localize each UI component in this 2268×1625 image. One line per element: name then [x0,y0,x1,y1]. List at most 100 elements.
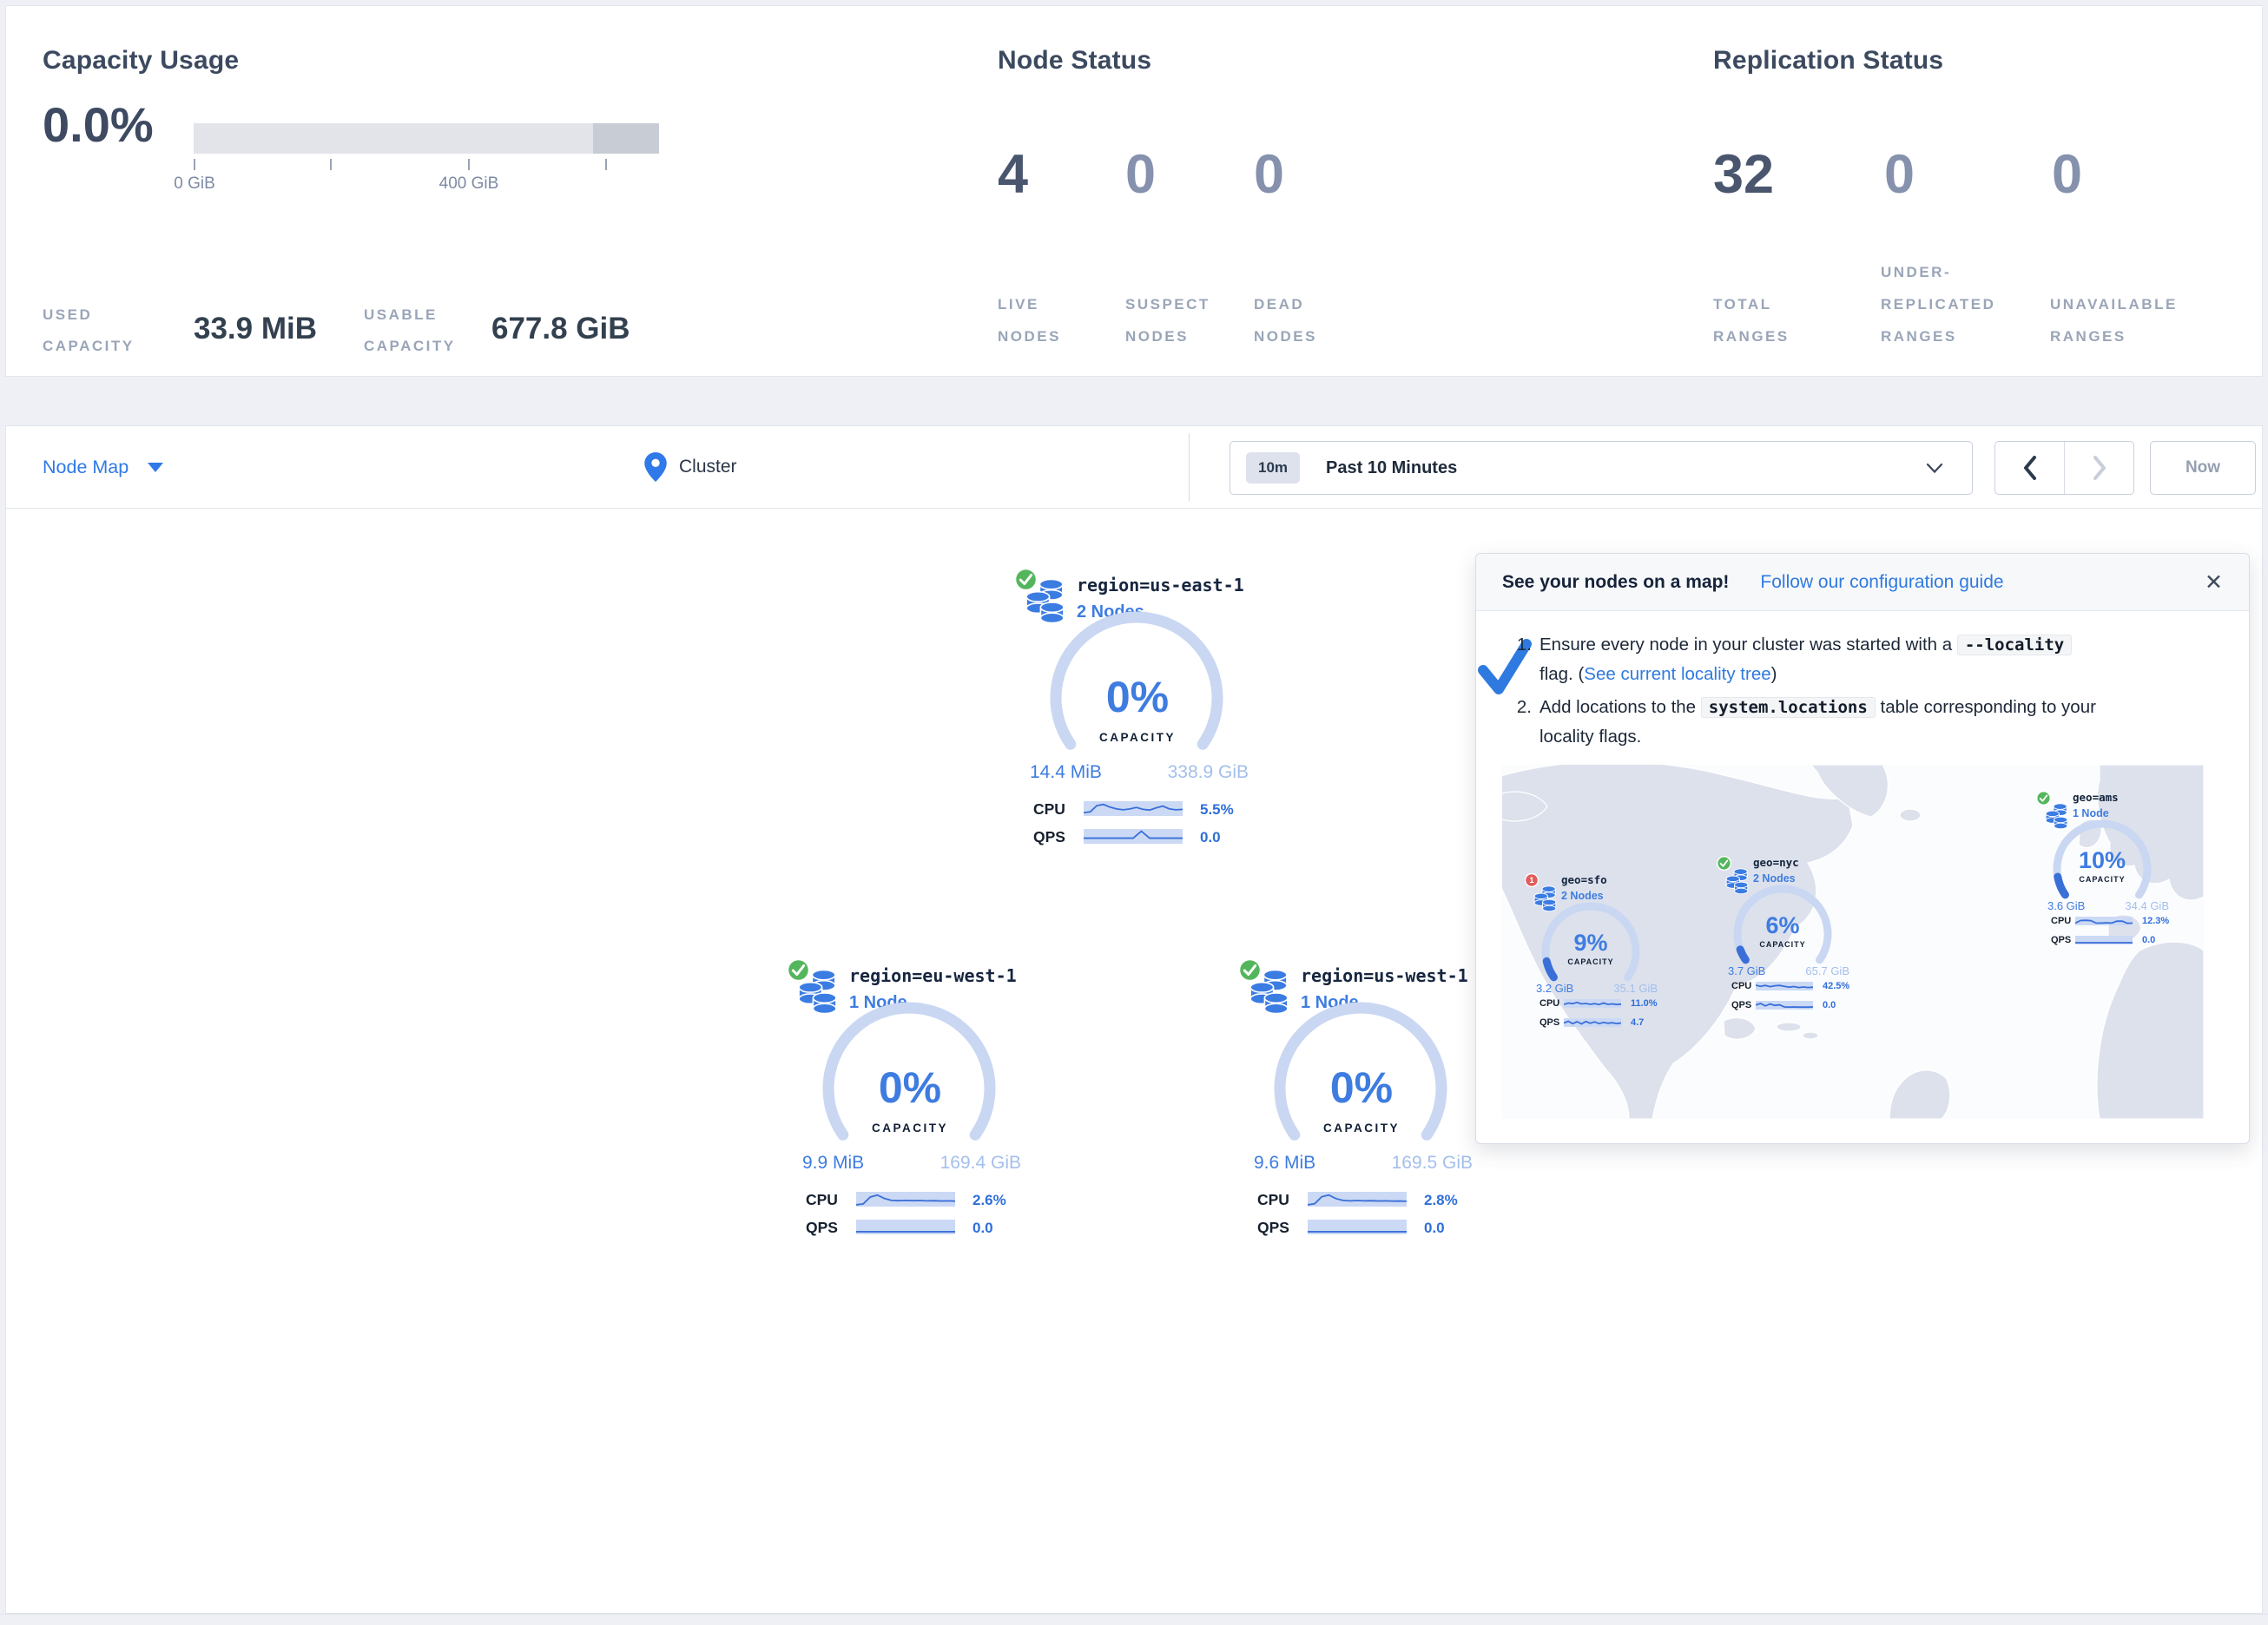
step-number: 2. [1511,693,1532,752]
capacity-label: CAPACITY [792,1122,1028,1135]
dead-nodes-label: DEAD NODES [1254,288,1358,352]
cpu-sparkline [856,1192,955,1207]
region-group-eu-west-1[interactable]: region=eu-west-1 1 Node 0% CAPACITY 9.9 … [792,955,1028,1250]
step-number: 1. [1511,630,1532,689]
node-status-title: Node Status [998,46,1151,76]
cpu-label: CPU [1257,1191,1289,1209]
capacity-percent: 10% [2059,847,2146,874]
callout-title: See your nodes on a map! [1502,572,1729,593]
cpu-label: CPU [1539,998,1559,1009]
capacity-percent: 0% [1243,1062,1480,1113]
locality-group-nyc: geo=nyc 2 Nodes 6% CAPACITY 3.7 GiB 65.7… [1713,851,1865,1037]
close-icon[interactable]: ✕ [2205,569,2223,595]
capacity-used: 3.2 GiB [1536,982,1573,995]
qps-value: 0.0 [972,1220,993,1237]
locality-node-count: 1 Node [2073,807,2109,819]
nodemap-config-callout: See your nodes on a map! Follow our conf… [1475,553,2250,1144]
capacity-used: 3.7 GiB [1728,964,1765,977]
example-node-map: geo=sfo 2 Nodes 9% CAPACITY 3.2 GiB 35.1… [1502,765,2204,1119]
cpu-value: 12.3% [2142,916,2169,926]
breadcrumb[interactable]: Cluster [644,426,737,508]
capacity-total: 65.7 GiB [1805,964,1849,977]
capacity-usage-title: Capacity Usage [43,46,239,76]
node-map-page: Capacity Usage 0.0% 0 GiB 400 GiB USED C… [0,0,2268,1625]
capacity-usage-percent: 0.0% [43,96,154,153]
qps-sparkline [856,1220,955,1234]
cpu-value: 42.5% [1823,981,1849,991]
under-replicated-ranges-value: 0 [1884,143,1915,206]
view-selector-label: Node Map [43,457,129,478]
live-nodes-label: LIVE NODES [998,288,1102,352]
footer-strip [0,1614,2268,1625]
qps-label: QPS [1731,1000,1751,1010]
view-selector-dropdown[interactable]: Node Map [43,426,163,508]
cpu-sparkline [1308,1192,1407,1207]
prev-arrow-icon [2023,456,2037,480]
cpu-label: CPU [806,1191,838,1209]
locality-tree-link[interactable]: See current locality tree [1584,664,1770,684]
used-capacity-value: 33.9 MiB [194,312,317,346]
step-text-part: flag. ( [1539,664,1584,684]
under-replicated-ranges-label: UNDER-REPLICATED RANGES [1881,256,2033,352]
usable-capacity-value: 677.8 GiB [491,312,630,346]
region-group-us-west-1[interactable]: region=us-west-1 1 Node 0% CAPACITY 9.6 … [1243,955,1480,1250]
capacity-total: 169.4 GiB [940,1153,1021,1174]
qps-label: QPS [1257,1219,1289,1237]
dead-nodes-value: 0 [1254,143,1284,206]
capacity-total: 35.1 GiB [1613,982,1658,995]
unavailable-ranges-value: 0 [2052,143,2082,206]
chevron-down-icon [1927,464,1942,473]
region-name: region=eu-west-1 [849,965,1017,986]
cpu-sparkline [1756,982,1813,990]
qps-value: 0.0 [2142,935,2155,945]
locality-group-sfo: geo=sfo 2 Nodes 9% CAPACITY 3.2 GiB 35.1… [1521,868,1673,1055]
capacity-percent: 0% [792,1062,1028,1113]
cpu-value: 2.8% [1424,1192,1458,1209]
capacity-total: 169.5 GiB [1392,1153,1473,1174]
step-text-part: Ensure every node in your cluster was st… [1539,635,1957,655]
replication-status-title: Replication Status [1713,46,1943,76]
time-window-badge: 10m [1246,452,1300,484]
capacity-percent: 9% [1547,930,1634,957]
locality-flag-code: --locality [1957,635,2072,655]
qps-sparkline [1756,1001,1813,1010]
locality-name: geo=sfo [1561,873,1607,886]
capacity-label: CAPACITY [1547,957,1634,966]
axis-tick-label: 0 GiB [142,174,247,194]
prev-time-window-button[interactable] [1995,442,2064,494]
used-capacity-label: USED CAPACITY [43,299,181,362]
capacity-used: 3.6 GiB [2047,899,2085,912]
locality-node-count: 2 Nodes [1561,890,1604,902]
capacity-label: CAPACITY [2059,875,2146,884]
capacity-label: CAPACITY [1243,1122,1480,1135]
capacity-used: 9.6 MiB [1254,1153,1315,1174]
cpu-value: 2.6% [972,1192,1006,1209]
step-1: 1. Ensure every node in your cluster was… [1511,630,2119,689]
region-group-us-east-1[interactable]: region=us-east-1 2 Nodes 0% CAPACITY 14.… [1019,564,1256,859]
capacity-label: CAPACITY [1019,731,1256,744]
qps-value: 4.7 [1631,1017,1644,1028]
qps-value: 0.0 [1200,829,1221,846]
configuration-guide-link[interactable]: Follow our configuration guide [1760,572,2003,593]
cluster-summary-bar: Capacity Usage 0.0% 0 GiB 400 GiB USED C… [5,5,2263,377]
qps-label: QPS [806,1219,838,1237]
cpu-value: 11.0% [1631,998,1658,1009]
suspect-nodes-value: 0 [1125,143,1156,206]
qps-sparkline [2075,936,2133,944]
breadcrumb-label: Cluster [679,457,737,477]
node-map-canvas: region=us-east-1 2 Nodes 0% CAPACITY 14.… [5,509,2263,1614]
cpu-label: CPU [2051,916,2071,926]
capacity-percent: 0% [1019,672,1256,722]
now-button[interactable]: Now [2150,441,2256,495]
map-toolbar: Node Map Cluster 10m Past 10 Minutes [5,425,2263,509]
total-ranges-value: 32 [1713,143,1774,206]
time-window-nav [1994,441,2134,495]
step-text: Ensure every node in your cluster was st… [1539,630,2108,689]
cpu-label: CPU [1033,800,1065,819]
next-time-window-button[interactable] [2064,442,2133,494]
qps-label: QPS [1033,828,1065,846]
callout-header: See your nodes on a map! Follow our conf… [1476,554,2249,611]
axis-tick-label: 400 GiB [417,174,521,194]
locality-name: geo=ams [2073,791,2119,804]
time-window-select[interactable]: 10m Past 10 Minutes [1230,441,1973,495]
